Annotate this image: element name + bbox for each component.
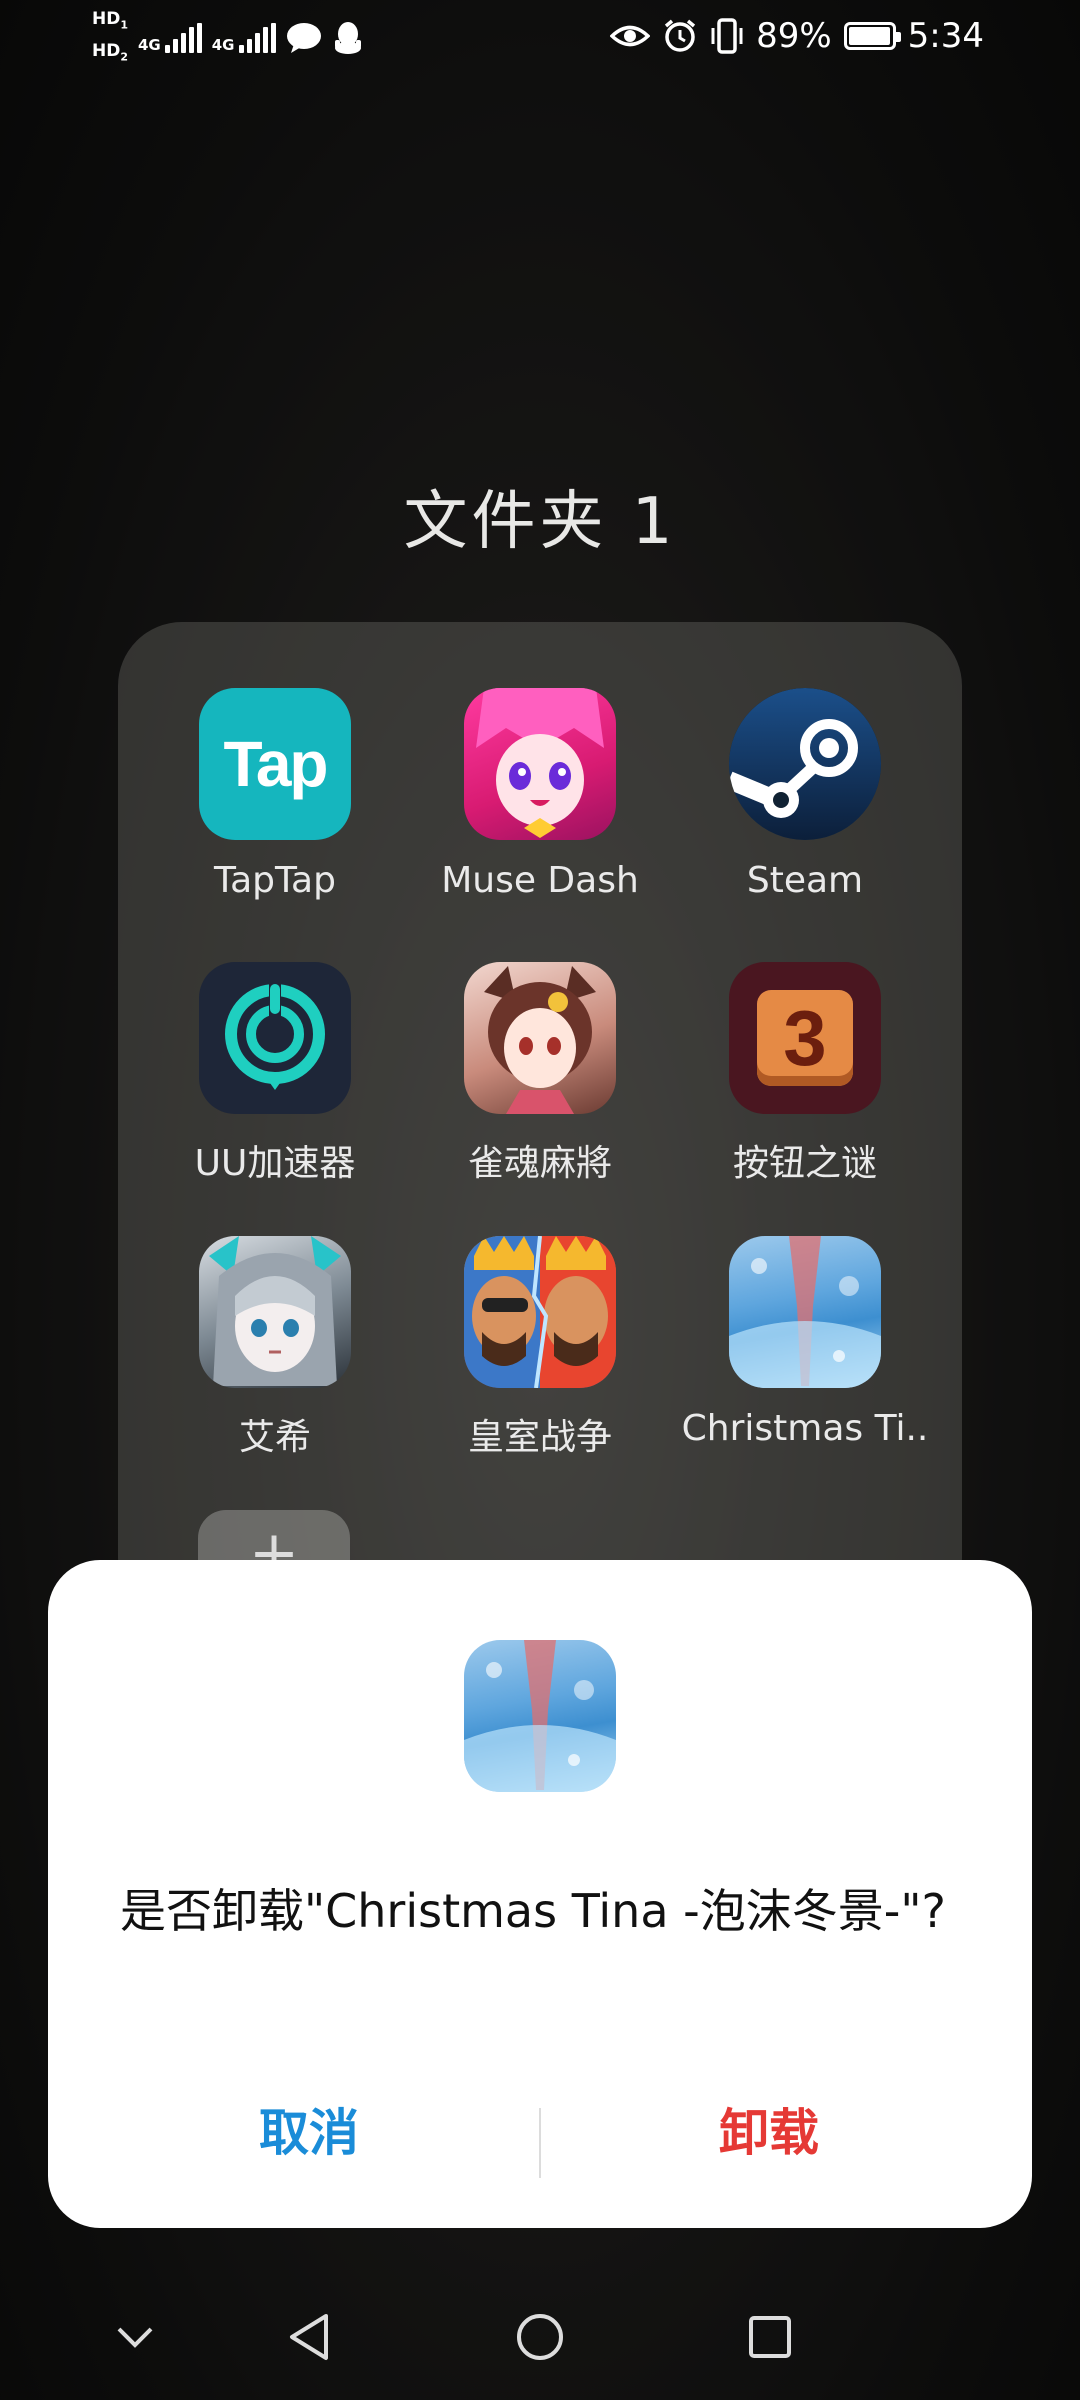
recents-square-icon[interactable] (735, 2302, 805, 2372)
christmas-tina-icon (464, 1640, 616, 1792)
clock-time: 5:34 (907, 16, 984, 56)
app-taptap[interactable]: Tap TapTap (145, 688, 405, 901)
app-label: Christmas Ti.. (681, 1408, 929, 1449)
app-christmas-tina[interactable]: Christmas Ti.. (675, 1236, 935, 1449)
status-right: 89% 5:34 (610, 16, 984, 56)
taptap-logo-text: Tap (223, 728, 328, 800)
uu-accelerator-icon (199, 962, 351, 1114)
eye-icon (610, 25, 651, 47)
app-label: Steam (746, 860, 864, 901)
back-triangle-icon[interactable] (274, 2302, 344, 2372)
status-bar: HD1 HD2 4G 4G 89% 5:34 (0, 0, 1080, 80)
app-label: 皇室战争 (467, 1417, 612, 1458)
vibrate-icon (711, 18, 743, 54)
alarm-icon (664, 19, 696, 52)
app-label: 艾希 (238, 1417, 311, 1458)
button-puzzle-icon: 3 (729, 962, 881, 1114)
app-label: TapTap (214, 860, 336, 901)
battery-icon (843, 22, 901, 50)
steam-icon (729, 688, 881, 840)
app-label: 按钮之谜 (732, 1143, 877, 1184)
app-label: Muse Dash (441, 860, 639, 901)
app-muse-dash[interactable]: Muse Dash (410, 688, 670, 901)
uninstall-message: 是否卸载"Christmas Tina -泡沫冬景-"? (120, 1884, 946, 1938)
signal-2: 4G (211, 23, 276, 55)
button-divider (539, 2108, 541, 2178)
collapse-chevron-icon[interactable] (100, 2302, 170, 2372)
sim1-hd-label: HD1 (92, 9, 128, 32)
clash-royale-icon (464, 1236, 616, 1388)
network-type-1: 4G (138, 36, 161, 55)
app-clash-royale[interactable]: 皇室战争 (410, 1236, 670, 1460)
message-icon (286, 23, 321, 54)
qq-icon (334, 22, 361, 55)
app-uu-accelerator[interactable]: UU加速器 (145, 962, 405, 1186)
folder-title[interactable]: 文件夹 1 (0, 470, 1080, 562)
app-label: 雀魂麻將 (467, 1143, 612, 1184)
signal-bars-1-icon (164, 23, 202, 54)
muse-dash-icon (464, 688, 616, 840)
sim-indicators: HD1 HD2 (92, 8, 128, 69)
battery-percent: 89% (756, 16, 832, 56)
aixi-icon (199, 1236, 351, 1388)
christmas-tina-icon (729, 1236, 881, 1388)
app-aixi[interactable]: 艾希 (145, 1236, 405, 1460)
signal-bars-2-icon (238, 23, 276, 54)
puzzle-tile: 3 (757, 990, 853, 1086)
uninstall-dialog: 是否卸载"Christmas Tina -泡沫冬景-"? 取消 卸载 (48, 1560, 1032, 2228)
navigation-bar (0, 2290, 1080, 2380)
uninstall-button[interactable]: 卸载 (564, 2098, 974, 2168)
app-label: UU加速器 (194, 1143, 356, 1184)
taptap-icon: Tap (199, 688, 351, 840)
app-button-puzzle[interactable]: 3 按钮之谜 (675, 962, 935, 1186)
puzzle-tile-number: 3 (783, 994, 827, 1082)
sim2-hd-label: HD2 (92, 41, 128, 64)
home-circle-icon[interactable] (505, 2302, 575, 2372)
network-type-2: 4G (211, 36, 235, 55)
app-mahjong-soul[interactable]: 雀魂麻將 (410, 962, 670, 1186)
signal-1: 4G (138, 23, 202, 55)
mahjong-soul-icon (464, 962, 616, 1114)
status-left: HD1 HD2 4G 4G (92, 8, 364, 69)
cancel-button[interactable]: 取消 (104, 2098, 514, 2168)
app-steam[interactable]: Steam (675, 688, 935, 901)
